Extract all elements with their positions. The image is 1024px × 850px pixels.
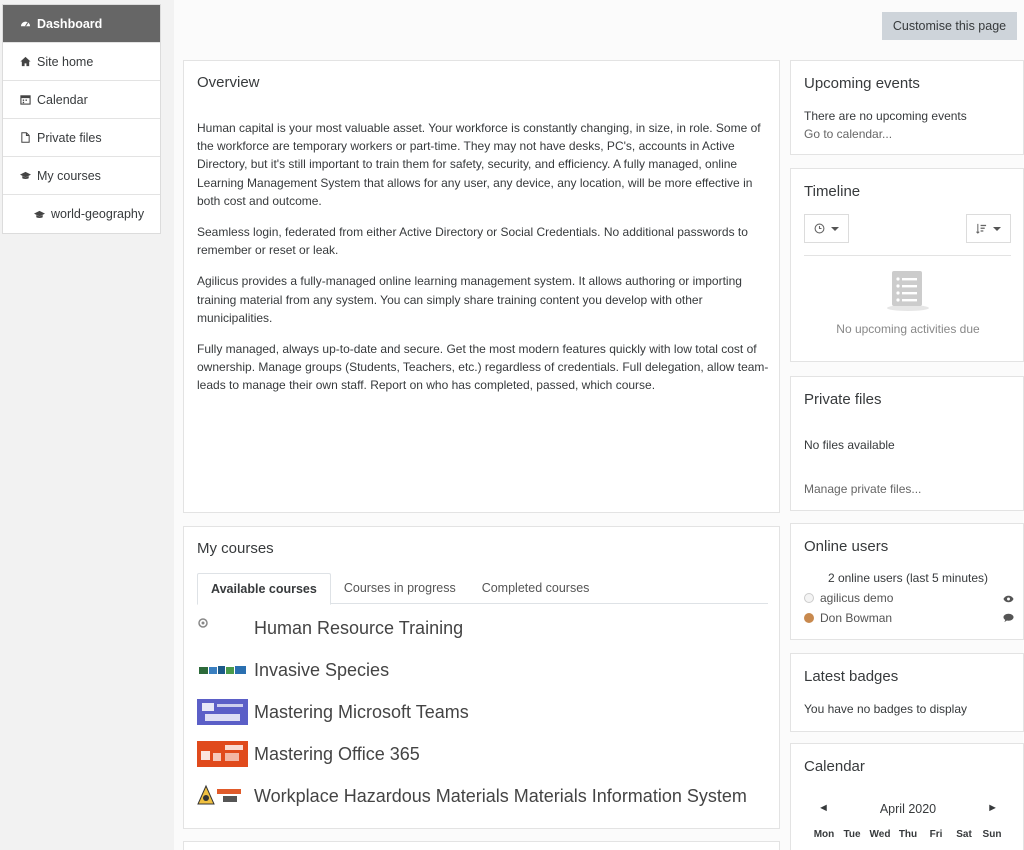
block-title: Upcoming events bbox=[804, 75, 920, 92]
paragraph: Fully managed, always up-to-date and sec… bbox=[197, 342, 769, 393]
no-activities-text: No upcoming activities due bbox=[836, 322, 980, 336]
course-thumbnail bbox=[197, 741, 248, 767]
latest-badges-block: Latest badges You have no badges to disp… bbox=[790, 653, 1024, 732]
previous-month-arrow[interactable]: ◄ bbox=[818, 802, 829, 814]
weekday-label: Sun bbox=[982, 829, 1002, 840]
go-to-calendar-link[interactable]: Go to calendar... bbox=[804, 127, 892, 141]
course-list: Human Resource Training Invasive Species… bbox=[197, 607, 772, 817]
sort-icon bbox=[976, 223, 987, 234]
course-name[interactable]: Human Resource Training bbox=[254, 618, 463, 639]
block-title: My courses bbox=[197, 540, 274, 557]
calendar-icon bbox=[19, 94, 31, 106]
weekday-label: Wed bbox=[869, 829, 891, 840]
user-name-link[interactable]: agilicus demo bbox=[820, 591, 893, 605]
avatar bbox=[804, 593, 814, 603]
sidebar-item-label: Private files bbox=[37, 130, 102, 145]
sidebar-item-label: My courses bbox=[37, 168, 101, 183]
dashboard-icon bbox=[19, 18, 31, 30]
tab-completed-courses[interactable]: Completed courses bbox=[469, 573, 603, 604]
course-item[interactable]: Mastering Microsoft Teams bbox=[197, 691, 772, 733]
customise-page-button[interactable]: Customise this page bbox=[882, 12, 1017, 40]
sidebar-item-label: Calendar bbox=[37, 92, 88, 107]
course-item[interactable]: Mastering Office 365 bbox=[197, 733, 772, 775]
paragraph: Seamless login, federated from either Ac… bbox=[197, 225, 748, 258]
main-region: Customise this page Overview Human capit… bbox=[174, 0, 1024, 850]
sidebar-item-private-files[interactable]: Private files bbox=[3, 119, 160, 157]
chevron-down-icon bbox=[993, 226, 1001, 231]
calendar-block: Calendar ◄ April 2020 ► Mon Tue Wed Thu … bbox=[790, 743, 1024, 850]
block-title: Latest badges bbox=[804, 668, 899, 685]
online-users-summary: 2 online users (last 5 minutes) bbox=[827, 571, 989, 585]
private-files-block: Private files No files available Manage … bbox=[790, 376, 1024, 511]
no-events-text: There are no upcoming events bbox=[804, 109, 967, 123]
timeline-block: Timeline No upcoming activities due bbox=[790, 168, 1024, 362]
manage-private-files-link[interactable]: Manage private files... bbox=[804, 482, 921, 496]
eye-icon[interactable] bbox=[1003, 591, 1014, 606]
weekday-label: Thu bbox=[898, 829, 918, 840]
weekday-label: Mon bbox=[813, 829, 835, 840]
online-user-row: agilicus demo bbox=[804, 590, 1014, 606]
course-thumbnail bbox=[197, 783, 248, 809]
block-title: Calendar bbox=[804, 758, 865, 775]
clock-icon bbox=[814, 223, 825, 234]
user-name-link[interactable]: Don Bowman bbox=[820, 611, 892, 625]
block-title: Overview bbox=[197, 74, 260, 91]
additional-block bbox=[183, 841, 780, 850]
my-courses-block: My courses Available courses Courses in … bbox=[183, 526, 780, 829]
tab-available-courses[interactable]: Available courses bbox=[197, 573, 331, 605]
no-files-text: No files available bbox=[804, 438, 895, 452]
avatar bbox=[804, 613, 814, 623]
home-icon bbox=[19, 56, 31, 68]
timeline-filter-dropdown[interactable] bbox=[804, 214, 849, 243]
course-item[interactable]: Invasive Species bbox=[197, 649, 772, 691]
course-thumbnail bbox=[197, 657, 248, 683]
calendar-month-label: April 2020 bbox=[879, 802, 937, 816]
course-name[interactable]: Mastering Microsoft Teams bbox=[254, 702, 469, 723]
block-title: Private files bbox=[804, 391, 882, 408]
course-item[interactable]: Human Resource Training bbox=[197, 607, 772, 649]
message-icon[interactable] bbox=[1003, 611, 1014, 626]
course-name[interactable]: Mastering Office 365 bbox=[254, 744, 420, 765]
empty-list-icon bbox=[885, 271, 931, 314]
course-thumbnail bbox=[197, 699, 248, 725]
block-title: Online users bbox=[804, 538, 889, 555]
nav-drawer: Dashboard Site home Calendar Private fil… bbox=[2, 4, 161, 234]
graduation-cap-icon bbox=[19, 170, 31, 182]
online-user-row: Don Bowman bbox=[804, 610, 1014, 626]
sidebar-item-calendar[interactable]: Calendar bbox=[3, 81, 160, 119]
course-name[interactable]: Invasive Species bbox=[254, 660, 389, 681]
sidebar-item-dashboard[interactable]: Dashboard bbox=[3, 5, 160, 43]
tab-courses-in-progress[interactable]: Courses in progress bbox=[331, 573, 469, 604]
weekday-label: Fri bbox=[929, 829, 943, 840]
sidebar-item-my-courses[interactable]: My courses bbox=[3, 157, 160, 195]
file-icon bbox=[19, 132, 31, 144]
timeline-sort-dropdown[interactable] bbox=[966, 214, 1011, 243]
sidebar-item-label: world-geography bbox=[51, 207, 145, 221]
paragraph: Human capital is your most valuable asse… bbox=[197, 121, 761, 208]
sidebar-item-world-geography[interactable]: world-geography bbox=[3, 195, 160, 233]
chevron-down-icon bbox=[831, 226, 839, 231]
overview-body: Human capital is your most valuable asse… bbox=[197, 119, 769, 408]
block-title: Timeline bbox=[804, 183, 861, 200]
calendar-weekday-header: Mon Tue Wed Thu Fri Sat Sun bbox=[791, 829, 1024, 840]
course-name[interactable]: Workplace Hazardous Materials Materials … bbox=[254, 786, 747, 807]
online-users-block: Online users 2 online users (last 5 minu… bbox=[790, 523, 1024, 640]
sidebar-item-label: Dashboard bbox=[37, 16, 103, 31]
calendar-month-nav: ◄ April 2020 ► bbox=[791, 802, 1024, 816]
no-badges-text: You have no badges to display bbox=[804, 702, 968, 716]
graduation-cap-icon bbox=[33, 208, 45, 220]
divider bbox=[804, 255, 1011, 256]
course-item[interactable]: Workplace Hazardous Materials Materials … bbox=[197, 775, 772, 817]
next-month-arrow[interactable]: ► bbox=[987, 802, 998, 814]
course-thumbnail bbox=[197, 615, 248, 641]
weekday-label: Sat bbox=[956, 829, 972, 840]
paragraph: Agilicus provides a fully-managed online… bbox=[197, 274, 742, 325]
overview-block: Overview Human capital is your most valu… bbox=[183, 60, 780, 513]
weekday-label: Tue bbox=[843, 829, 861, 840]
course-tabs: Available courses Courses in progress Co… bbox=[197, 573, 768, 605]
sidebar-item-label: Site home bbox=[37, 54, 94, 69]
sidebar-item-site-home[interactable]: Site home bbox=[3, 43, 160, 81]
upcoming-events-block: Upcoming events There are no upcoming ev… bbox=[790, 60, 1024, 155]
sidebar: Dashboard Site home Calendar Private fil… bbox=[0, 0, 174, 850]
